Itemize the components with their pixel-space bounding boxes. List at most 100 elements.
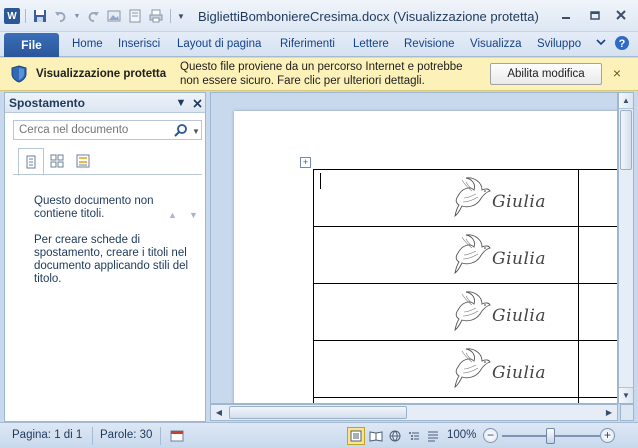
- place-card: Giulia: [314, 341, 578, 397]
- status-separator: [160, 427, 161, 445]
- tab-headings[interactable]: [18, 148, 44, 176]
- ribbon-tabs: File Home Inserisci Layout di pagina Rif…: [0, 32, 638, 57]
- print-layout-view-icon[interactable]: [347, 427, 365, 445]
- guest-name: Giulia: [492, 192, 546, 212]
- outline-view-icon[interactable]: [405, 427, 423, 445]
- horizontal-scrollbar[interactable]: ◀ ▶: [210, 404, 618, 421]
- nav-pane-header: Spostamento ▼: [5, 93, 205, 113]
- place-card-cell[interactable]: Giulia: [313, 340, 579, 398]
- close-protected-bar-icon[interactable]: ×: [610, 66, 624, 80]
- place-card: Giulia: [314, 227, 578, 283]
- quick-access-toolbar: W ▼ ▼: [4, 6, 186, 26]
- empty-cell[interactable]: [578, 283, 617, 341]
- enable-editing-button[interactable]: Abilita modifica: [490, 63, 602, 85]
- table-row[interactable]: Giulia: [313, 169, 617, 227]
- dove-icon: [454, 291, 491, 331]
- nav-pane-tabs: ▲ ▼: [13, 148, 202, 220]
- table-move-handle-icon[interactable]: +: [300, 157, 311, 168]
- tab-lettere[interactable]: Lettere: [353, 38, 389, 50]
- dove-icon: [454, 234, 491, 274]
- protected-view-bar: Visualizzazione protetta Questo file pro…: [0, 58, 638, 91]
- nav-pane-options-icon[interactable]: ▼: [173, 95, 189, 111]
- window-title: BigliettiBomboniereCresima.docx (Visuali…: [198, 9, 539, 24]
- table-row[interactable]: Giulia: [313, 340, 617, 398]
- tab-pages[interactable]: [44, 148, 70, 174]
- guest-name: Giulia: [492, 363, 546, 383]
- word-count[interactable]: Parole: 30: [100, 429, 152, 441]
- tab-home[interactable]: Home: [72, 38, 103, 50]
- nav-pane-title: Spostamento: [9, 96, 86, 110]
- create-headings-hint: Per creare schede di spostamento, creare…: [34, 234, 189, 285]
- place-card-table[interactable]: GiuliaGiuliaGiuliaGiuliaGiulia: [313, 169, 617, 403]
- dove-icon: [454, 177, 491, 217]
- close-nav-pane-icon[interactable]: [189, 95, 205, 111]
- customize-qat-icon[interactable]: ▼: [176, 7, 186, 25]
- place-card: Giulia: [314, 284, 578, 340]
- scroll-left-icon[interactable]: ◀: [211, 405, 227, 420]
- search-icon[interactable]: [174, 123, 188, 137]
- tab-riferimenti[interactable]: Riferimenti: [280, 38, 335, 50]
- empty-cell[interactable]: [578, 169, 617, 227]
- zoom-slider-thumb[interactable]: [546, 428, 555, 444]
- nav-pane-message: Questo documento non contiene titoli. Pe…: [34, 195, 194, 299]
- place-card-cell[interactable]: Giulia: [313, 169, 579, 227]
- vertical-scrollbar[interactable]: ▲ ▼: [618, 92, 634, 404]
- full-screen-reading-icon[interactable]: [367, 427, 385, 445]
- text-cursor: [320, 173, 321, 189]
- search-options-icon[interactable]: ▼: [192, 127, 200, 136]
- nav-tab-divider: [13, 174, 202, 175]
- picture-icon[interactable]: [105, 7, 123, 25]
- scroll-up-icon[interactable]: ▲: [619, 93, 633, 109]
- scroll-right-icon[interactable]: ▶: [601, 405, 617, 420]
- file-tab[interactable]: File: [4, 33, 59, 57]
- guest-name: Giulia: [492, 249, 546, 269]
- tab-inserisci[interactable]: Inserisci: [118, 38, 160, 50]
- table-row[interactable]: Giulia: [313, 283, 617, 341]
- tab-visualizza[interactable]: Visualizza: [470, 38, 522, 50]
- place-card-cell[interactable]: Giulia: [313, 226, 579, 284]
- zoom-in-icon[interactable]: +: [600, 428, 615, 443]
- quick-print-icon[interactable]: [147, 7, 165, 25]
- page-count[interactable]: Pagina: 1 di 1: [12, 429, 82, 441]
- protected-view-message[interactable]: Questo file proviene da un percorso Inte…: [180, 60, 480, 88]
- undo-icon[interactable]: [52, 7, 70, 25]
- print-preview-icon[interactable]: [126, 7, 144, 25]
- search-input[interactable]: [14, 121, 174, 139]
- help-icon[interactable]: ?: [614, 35, 630, 54]
- view-ruler-button[interactable]: [620, 404, 634, 421]
- minimize-ribbon-icon[interactable]: [595, 36, 607, 51]
- tab-revisione[interactable]: Revisione: [404, 38, 455, 50]
- zoom-out-icon[interactable]: −: [483, 428, 498, 443]
- place-card-cell[interactable]: Giulia: [313, 283, 579, 341]
- undo-dropdown-icon[interactable]: ▼: [73, 7, 81, 25]
- web-layout-icon[interactable]: [386, 427, 404, 445]
- place-card: Giulia: [314, 170, 578, 226]
- zoom-level[interactable]: 100%: [447, 429, 476, 441]
- search-document-box: ▼: [13, 120, 202, 140]
- tab-results[interactable]: [70, 148, 96, 174]
- macro-recording-icon[interactable]: [168, 427, 186, 445]
- empty-cell[interactable]: [578, 226, 617, 284]
- save-icon[interactable]: [31, 7, 49, 25]
- status-separator: [92, 427, 93, 445]
- table-row[interactable]: Giulia: [313, 226, 617, 284]
- title-bar: W ▼ ▼ BigliettiBomboniereCresima.docx (V…: [0, 0, 638, 32]
- draft-view-icon[interactable]: [424, 427, 442, 445]
- horizontal-scroll-thumb[interactable]: [229, 406, 407, 419]
- empty-cell[interactable]: [578, 340, 617, 398]
- close-window-icon[interactable]: [607, 6, 635, 24]
- redo-icon[interactable]: [84, 7, 102, 25]
- tab-sviluppo[interactable]: Sviluppo: [537, 38, 581, 50]
- word-app-icon[interactable]: W: [4, 8, 20, 24]
- minimize-icon[interactable]: [552, 6, 580, 24]
- scroll-down-icon[interactable]: ▼: [619, 387, 633, 403]
- document-area[interactable]: + GiuliaGiuliaGiuliaGiuliaGiulia: [210, 92, 618, 404]
- document-page[interactable]: + GiuliaGiuliaGiuliaGiuliaGiulia: [234, 111, 617, 403]
- shield-icon: [11, 65, 27, 83]
- vertical-scroll-thumb[interactable]: [620, 110, 632, 170]
- tab-layout-di-pagina[interactable]: Layout di pagina: [177, 38, 261, 50]
- status-bar: Pagina: 1 di 1 Parole: 30 100% − +: [0, 422, 638, 448]
- svg-text:?: ?: [619, 38, 626, 50]
- dove-icon: [454, 348, 491, 388]
- restore-icon[interactable]: [581, 6, 609, 24]
